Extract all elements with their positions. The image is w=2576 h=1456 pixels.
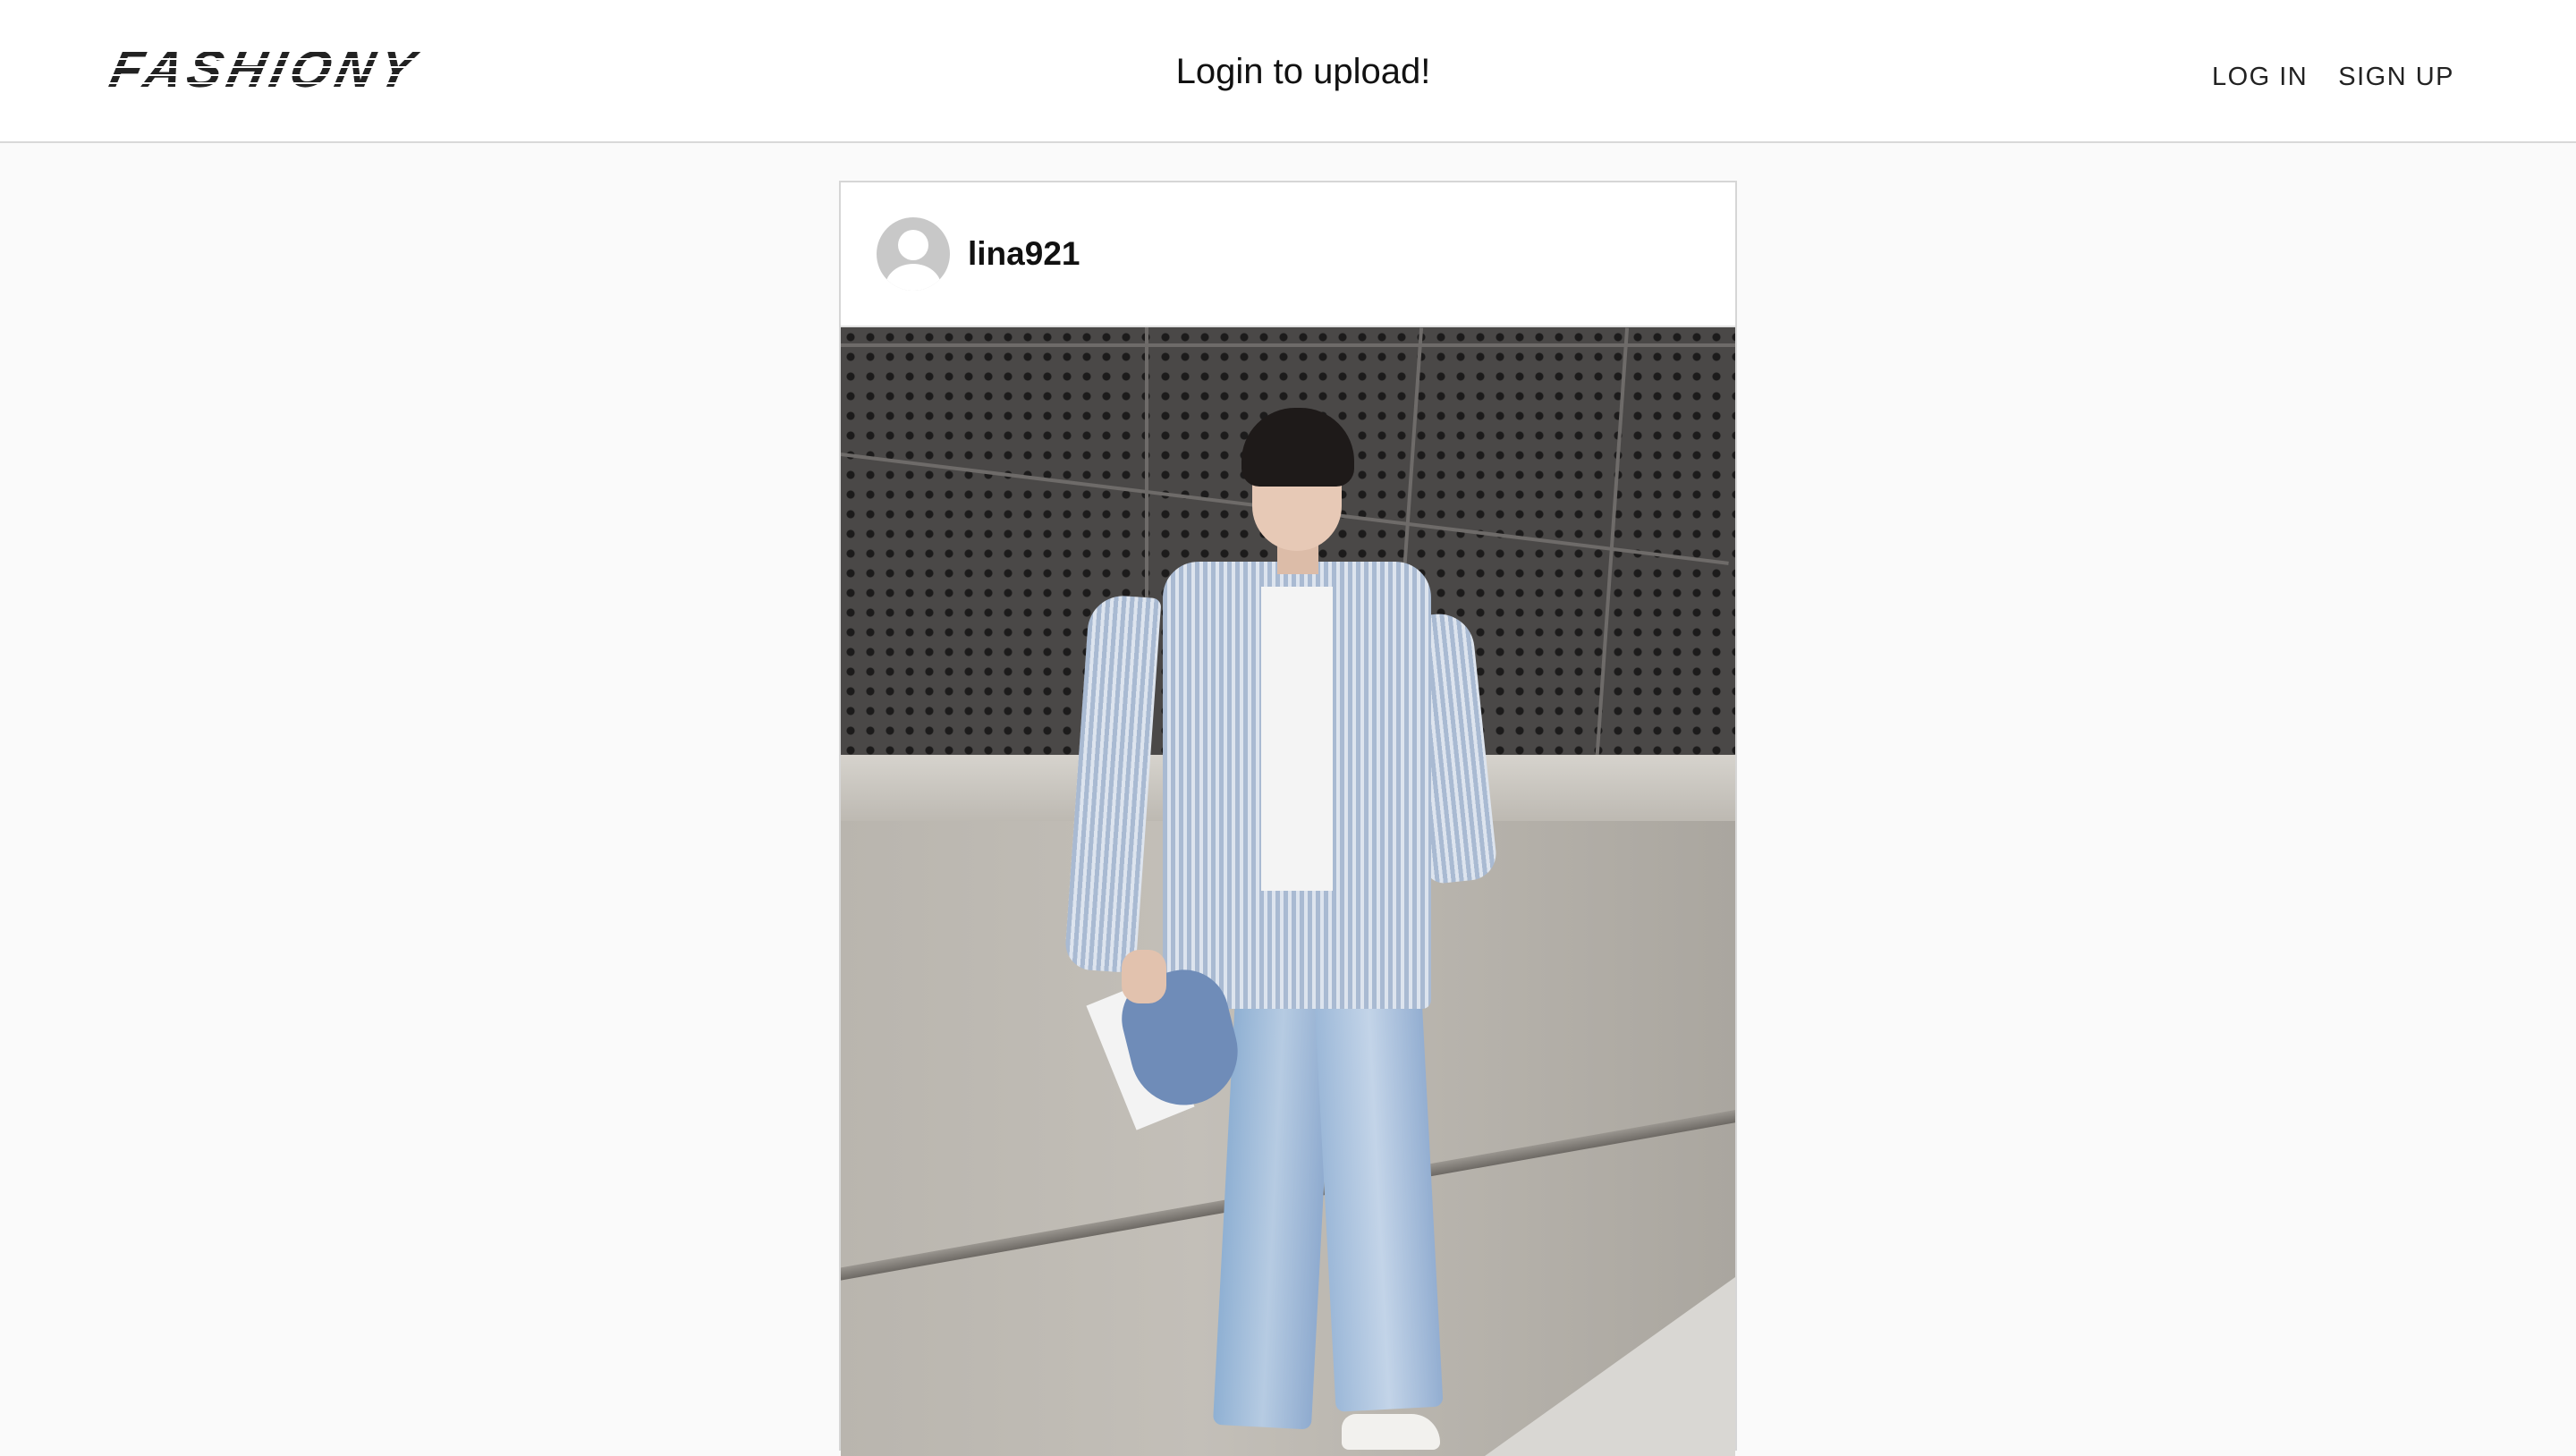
post-card: lina921	[839, 181, 1737, 1456]
person-figure	[841, 327, 1735, 1456]
left-arm	[1063, 593, 1162, 974]
sneaker	[1342, 1414, 1440, 1450]
hand	[1122, 950, 1166, 1003]
logo-wordmark: FASHIONY	[105, 40, 426, 98]
post-header: lina921	[841, 182, 1735, 327]
user-avatar-icon[interactable]	[877, 217, 950, 291]
login-link[interactable]: LOG IN	[2212, 55, 2308, 98]
hair	[1241, 408, 1354, 487]
signup-link[interactable]: SIGN UP	[2338, 55, 2454, 98]
jeans-right-leg	[1311, 942, 1444, 1412]
white-tshirt	[1261, 587, 1333, 891]
login-to-upload-message: Login to upload!	[1175, 52, 1431, 91]
header-nav: LOG IN SIGN UP	[2212, 55, 2454, 98]
logo[interactable]: FASHIONY	[105, 39, 425, 100]
post-photo[interactable]	[841, 327, 1735, 1456]
post-username[interactable]: lina921	[968, 235, 1080, 273]
top-header: FASHIONY Login to upload! LOG IN SIGN UP	[0, 0, 2576, 143]
